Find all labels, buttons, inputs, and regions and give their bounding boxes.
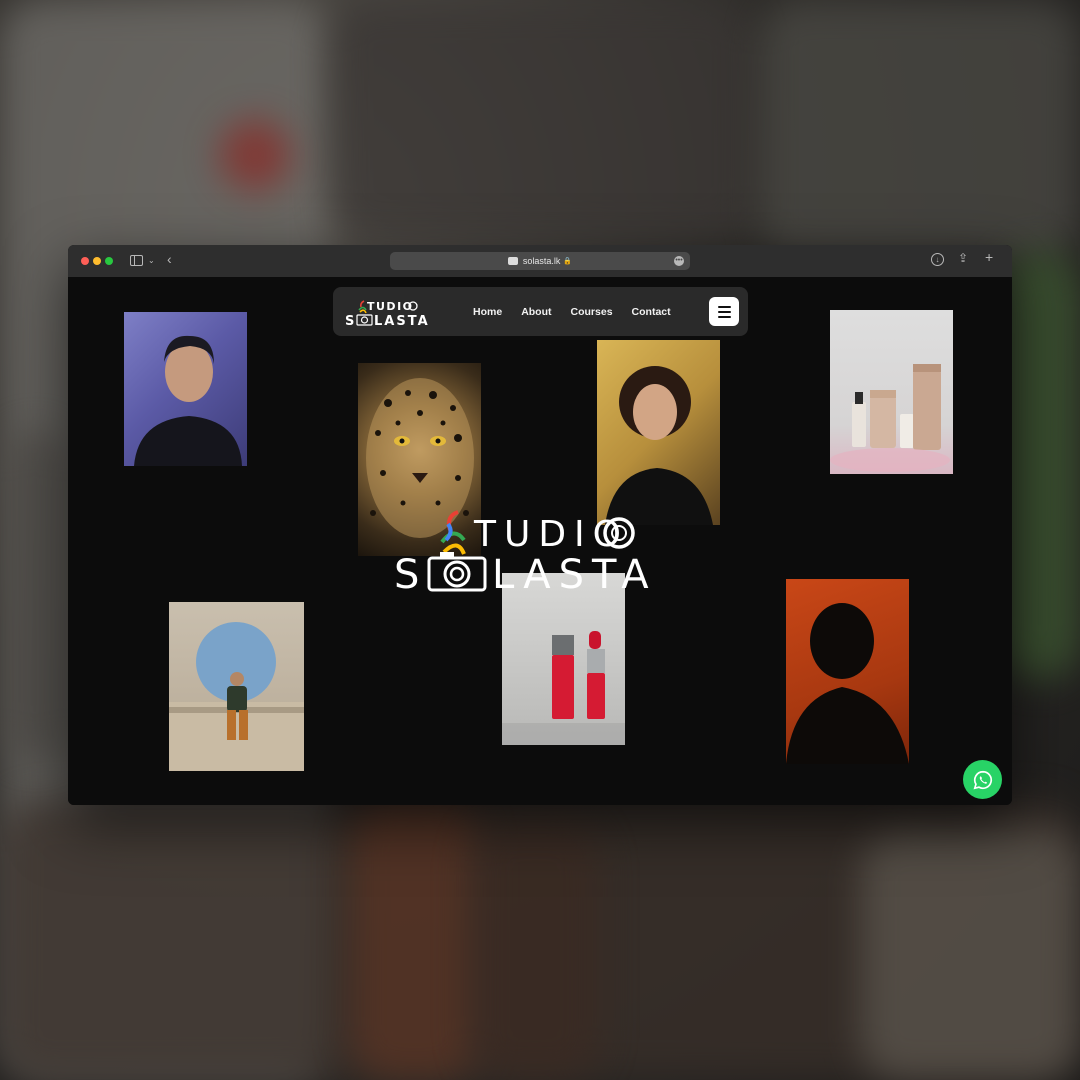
backdrop — [470, 820, 600, 1080]
hamburger-menu-button[interactable] — [709, 297, 739, 326]
hero-logo-bottom: LASTA — [492, 552, 657, 592]
backdrop — [760, 0, 1080, 260]
maximize-window-button[interactable] — [105, 257, 113, 265]
portrait-woman-blue-photo — [124, 312, 247, 466]
backdrop — [330, 0, 750, 240]
hero-logo-s: S — [394, 552, 425, 592]
whatsapp-icon — [973, 770, 992, 789]
browser-window: ⌄ ‹ solasta.lk 🔒 ••• ↓ ⇪ + TUDIO S LASTA… — [68, 245, 1012, 805]
logo-s-letter: S — [345, 314, 354, 327]
favicon-icon — [507, 257, 518, 265]
page-content: TUDIO S LASTA TUDIO S LASTA Home About C… — [68, 277, 1012, 805]
nav-home-link[interactable]: Home — [473, 306, 502, 318]
backdrop — [860, 830, 1080, 1080]
site-navbar: TUDIO S LASTA Home About Courses Contact — [333, 287, 748, 336]
browser-toolbar: ⌄ ‹ solasta.lk 🔒 ••• ↓ ⇪ + — [68, 245, 1012, 278]
close-window-button[interactable] — [81, 257, 89, 265]
portrait-man-orange-photo — [786, 579, 909, 764]
man-sitting-circle-window-photo — [169, 602, 304, 771]
whatsapp-button[interactable] — [963, 760, 1002, 799]
hamburger-icon-line — [717, 310, 731, 313]
url-text: solasta.lk — [522, 256, 561, 266]
share-icon[interactable]: ⇪ — [958, 252, 968, 264]
hamburger-icon-line — [717, 315, 731, 318]
address-bar[interactable]: solasta.lk 🔒 ••• — [390, 252, 690, 270]
nav-about-link[interactable]: About — [521, 306, 551, 318]
nav-links: Home About Courses Contact — [473, 287, 690, 336]
lipstick-product-photo — [502, 573, 625, 745]
download-icon[interactable]: ↓ — [931, 253, 944, 266]
portrait-woman-curly-hair-photo — [597, 340, 720, 525]
minimize-window-button[interactable] — [93, 257, 101, 265]
backdrop — [220, 120, 290, 190]
chevron-down-icon[interactable]: ⌄ — [148, 255, 155, 267]
logo-top-text: TUDIO — [367, 300, 414, 313]
chevron-left-icon[interactable]: ‹ — [167, 252, 172, 266]
site-logo[interactable]: TUDIO S LASTA — [345, 297, 435, 329]
plus-icon[interactable]: + — [985, 250, 993, 264]
backdrop — [0, 430, 70, 760]
sidebar-icon[interactable] — [130, 255, 143, 266]
more-icon[interactable]: ••• — [674, 256, 684, 266]
logo-bottom-text: LASTA — [374, 314, 430, 327]
nav-courses-link[interactable]: Courses — [571, 306, 613, 318]
backdrop — [350, 800, 480, 1080]
hamburger-icon — [717, 305, 731, 308]
skincare-products-photo — [830, 310, 953, 474]
lock-icon: 🔒 — [563, 258, 573, 265]
nav-contact-link[interactable]: Contact — [632, 306, 671, 318]
hero-logo: TUDIO S LASTA — [388, 502, 688, 598]
backdrop — [1000, 250, 1080, 680]
